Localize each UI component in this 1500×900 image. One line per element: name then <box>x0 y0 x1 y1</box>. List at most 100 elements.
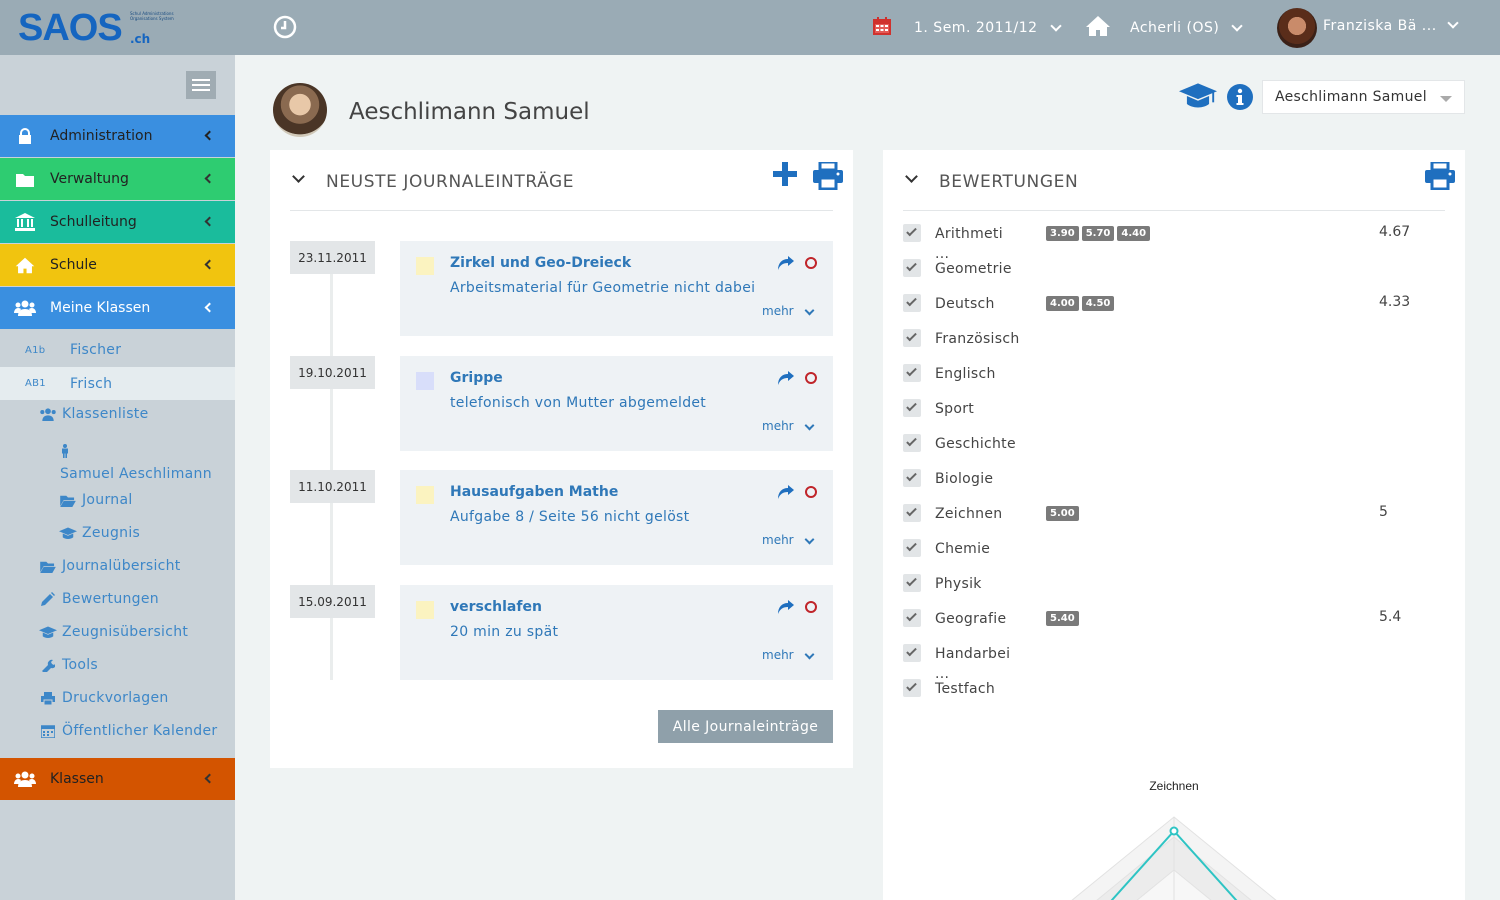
sidebar-item-bewertungen[interactable]: Bewertungen <box>36 591 159 607</box>
info-icon[interactable] <box>1227 84 1253 114</box>
chevron-down-icon[interactable] <box>292 170 305 183</box>
subject-checkbox[interactable] <box>903 504 921 522</box>
circle-icon[interactable] <box>805 486 817 498</box>
grade-row: Zeichnen 5.00 5 <box>903 502 1443 537</box>
share-icon[interactable] <box>778 370 794 389</box>
sidebar-item-kalender[interactable]: Öffentlicher Kalender <box>36 723 217 739</box>
grade-row: Geografie 5.40 5.4 <box>903 607 1443 642</box>
class-code: A1b <box>25 344 46 356</box>
subject-name: Testfach <box>935 681 996 697</box>
menu-verwaltung[interactable]: Verwaltung <box>0 158 235 200</box>
entry-color-marker <box>416 257 434 275</box>
subject-name: Geschichte <box>935 436 1016 452</box>
circle-icon[interactable] <box>805 601 817 613</box>
all-journal-entries-button[interactable]: Alle Journaleinträge <box>658 710 833 743</box>
more-link[interactable]: mehr <box>762 533 794 547</box>
sidebar-item-journal[interactable]: Journal <box>56 492 133 508</box>
hamburger-icon[interactable] <box>186 71 216 99</box>
entry-title[interactable]: Zirkel und Geo-Dreieck <box>450 255 631 271</box>
subject-checkbox[interactable] <box>903 574 921 592</box>
share-icon[interactable] <box>778 599 794 618</box>
sidebar-item-label: Tools <box>62 657 98 673</box>
subject-checkbox[interactable] <box>903 469 921 487</box>
student-select[interactable]: Aeschlimann Samuel <box>1262 80 1465 114</box>
share-icon[interactable] <box>778 255 794 274</box>
subject-checkbox[interactable] <box>903 399 921 417</box>
main-content: Aeschlimann Samuel Aeschlimann Samuel NE… <box>235 55 1500 900</box>
chevron-down-icon[interactable] <box>804 420 815 431</box>
sidebar-item-label: Klassenliste <box>62 406 149 422</box>
student-avatar <box>273 83 327 137</box>
sidebar-item-druckvorlagen[interactable]: Druckvorlagen <box>36 690 169 706</box>
journal-entry[interactable]: verschlafen 20 min zu spät mehr <box>400 585 833 680</box>
sidebar-item-label: Bewertungen <box>62 591 159 607</box>
grade-badge[interactable]: 4.40 <box>1117 226 1151 241</box>
share-icon[interactable] <box>778 484 794 503</box>
menu-administration[interactable]: Administration <box>0 115 235 157</box>
grade-badge[interactable]: 5.00 <box>1046 506 1079 521</box>
clock-icon[interactable] <box>272 14 298 44</box>
journal-entry[interactable]: Zirkel und Geo-Dreieck Arbeitsmaterial f… <box>400 241 833 336</box>
user-menu[interactable]: Franziska Bä ... <box>1277 0 1459 55</box>
class-item-frisch[interactable]: AB1 Frisch <box>0 367 235 400</box>
menu-klassen[interactable]: Klassen <box>0 758 235 800</box>
chevron-down-icon[interactable] <box>804 534 815 545</box>
print-icon[interactable] <box>813 160 843 194</box>
print-icon[interactable] <box>1425 160 1455 194</box>
entry-title[interactable]: Grippe <box>450 370 503 386</box>
class-code: AB1 <box>25 378 46 389</box>
subject-checkbox[interactable] <box>903 259 921 277</box>
subject-average: 4.33 <box>1379 294 1411 310</box>
entry-description: 20 min zu spät <box>450 624 559 640</box>
journal-entry[interactable]: Grippe telefonisch von Mutter abgemeldet… <box>400 356 833 451</box>
grade-row: Englisch <box>903 362 1443 397</box>
school-selector[interactable]: Acherli (OS) <box>1086 0 1244 55</box>
chevron-left-icon <box>204 302 215 313</box>
subject-checkbox[interactable] <box>903 329 921 347</box>
grade-row: Französisch <box>903 327 1443 362</box>
menu-schulleitung[interactable]: Schulleitung <box>0 201 235 243</box>
semester-selector[interactable]: 1. Sem. 2011/12 <box>872 0 1062 55</box>
users-icon <box>36 407 60 421</box>
chevron-down-icon[interactable] <box>804 649 815 660</box>
subject-checkbox[interactable] <box>903 679 921 697</box>
sidebar-item-journaluebersicht[interactable]: Journalübersicht <box>36 558 181 574</box>
sidebar-item-student[interactable]: Samuel Aeschlimann <box>60 444 212 482</box>
subject-checkbox[interactable] <box>903 539 921 557</box>
sidebar-item-zeugnis[interactable]: Zeugnis <box>56 525 140 541</box>
subject-checkbox[interactable] <box>903 224 921 242</box>
more-link[interactable]: mehr <box>762 419 794 433</box>
circle-icon[interactable] <box>805 372 817 384</box>
subject-checkbox[interactable] <box>903 294 921 312</box>
grade-badge[interactable]: 3.90 <box>1046 226 1079 241</box>
grade-badge[interactable]: 5.70 <box>1081 226 1115 241</box>
journal-entry[interactable]: Hausaufgaben Mathe Aufgabe 8 / Seite 56 … <box>400 470 833 565</box>
class-item-fischer[interactable]: A1b Fischer <box>25 338 235 362</box>
grade-badge[interactable]: 4.50 <box>1081 296 1115 311</box>
sidebar-item-tools[interactable]: Tools <box>36 657 98 673</box>
menu-label: Schule <box>50 257 97 273</box>
subject-checkbox[interactable] <box>903 644 921 662</box>
add-icon[interactable] <box>773 162 797 190</box>
page-title: Aeschlimann Samuel <box>349 99 590 125</box>
menu-schule[interactable]: Schule <box>0 244 235 286</box>
sidebar-item-zeugnisuebersicht[interactable]: Zeugnisübersicht <box>36 624 188 640</box>
chevron-down-icon[interactable] <box>905 170 918 183</box>
more-link[interactable]: mehr <box>762 304 794 318</box>
sidebar-item-klassenliste[interactable]: Klassenliste <box>36 406 149 422</box>
app-logo[interactable]: SAOS Schul Administrations Organisations… <box>18 8 174 48</box>
grade-badge[interactable]: 5.40 <box>1046 611 1079 626</box>
circle-icon[interactable] <box>805 257 817 269</box>
entry-title[interactable]: verschlafen <box>450 599 542 615</box>
grades-card: BEWERTUNGEN Arithmeti ... 3.90 5.70 4.40 4.6… <box>883 150 1465 900</box>
menu-meine-klassen[interactable]: Meine Klassen <box>0 287 235 329</box>
subject-checkbox[interactable] <box>903 609 921 627</box>
more-link[interactable]: mehr <box>762 648 794 662</box>
entry-title[interactable]: Hausaufgaben Mathe <box>450 484 618 500</box>
subject-checkbox[interactable] <box>903 364 921 382</box>
chevron-down-icon[interactable] <box>804 305 815 316</box>
calendar-icon <box>36 724 60 738</box>
grade-badge[interactable]: 4.00 <box>1046 296 1079 311</box>
subject-checkbox[interactable] <box>903 434 921 452</box>
graduation-cap-icon[interactable] <box>1179 83 1217 113</box>
